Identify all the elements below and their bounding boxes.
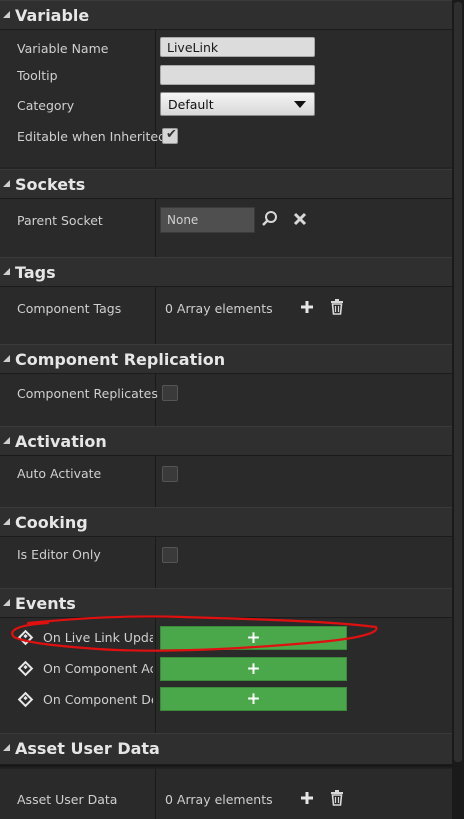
tags-section: Component Tags 0 Array elements xyxy=(0,287,452,344)
column-divider[interactable] xyxy=(155,456,156,507)
event-diamond-icon xyxy=(17,691,34,708)
tooltip-label: Tooltip xyxy=(17,68,58,83)
is-editor-only-checkbox[interactable] xyxy=(162,547,178,563)
expand-arrow-icon[interactable] xyxy=(3,180,10,187)
component-replicates-label: Component Replicates xyxy=(17,386,158,401)
event-label: On Component Acti xyxy=(43,661,153,676)
trash-icon[interactable] xyxy=(329,298,345,316)
details-panel: Variable Variable Name LiveLink Tooltip … xyxy=(0,0,452,819)
add-event-button[interactable]: + xyxy=(160,626,347,650)
component-tags-count: 0 Array elements xyxy=(165,301,273,316)
category-title: Asset User Data xyxy=(15,739,160,758)
expand-arrow-icon[interactable] xyxy=(3,599,10,606)
parent-socket-label: Parent Socket xyxy=(17,213,103,228)
category-tags[interactable]: Tags xyxy=(0,257,452,287)
event-diamond-icon xyxy=(17,629,34,646)
scrollbar-thumb[interactable] xyxy=(454,2,462,762)
close-icon[interactable] xyxy=(291,210,309,228)
add-event-button[interactable]: + xyxy=(160,687,347,711)
category-title: Events xyxy=(15,594,76,613)
category-cooking[interactable]: Cooking xyxy=(0,507,452,537)
category-title: Variable xyxy=(15,6,90,25)
auto-activate-checkbox[interactable] xyxy=(162,466,178,482)
category-activation[interactable]: Activation xyxy=(0,426,452,456)
parent-socket-field[interactable]: None xyxy=(160,207,255,233)
activation-section: Auto Activate xyxy=(0,456,452,507)
plus-icon: + xyxy=(246,659,261,679)
asset-user-data-count: 0 Array elements xyxy=(165,792,273,807)
event-diamond-icon xyxy=(17,660,34,677)
column-divider[interactable] xyxy=(155,199,156,257)
column-divider[interactable] xyxy=(155,618,156,733)
plus-icon[interactable] xyxy=(298,298,316,316)
column-divider[interactable] xyxy=(155,537,156,588)
vertical-scrollbar[interactable] xyxy=(452,0,464,819)
events-section: On Live Link Update + On Component Acti … xyxy=(0,618,452,733)
expand-arrow-icon[interactable] xyxy=(3,11,10,18)
category-events[interactable]: Events xyxy=(0,588,452,618)
category-asset-user-data[interactable]: Asset User Data xyxy=(0,733,452,765)
event-label: On Live Link Update xyxy=(43,630,153,645)
category-dropdown-value: Default xyxy=(168,97,214,112)
category-title: Sockets xyxy=(15,175,86,194)
category-title: Component Replication xyxy=(15,350,226,369)
editable-inherited-checkbox[interactable]: ✔ xyxy=(162,127,178,144)
category-replication[interactable]: Component Replication xyxy=(0,344,452,374)
column-divider[interactable] xyxy=(155,287,156,344)
variable-name-label: Variable Name xyxy=(17,41,109,56)
category-title: Activation xyxy=(15,432,107,451)
plus-icon: + xyxy=(246,628,261,648)
expand-arrow-icon[interactable] xyxy=(3,268,10,275)
category-sockets[interactable]: Sockets xyxy=(0,169,452,199)
expand-arrow-icon[interactable] xyxy=(3,437,10,444)
category-title: Tags xyxy=(15,263,56,282)
component-tags-label: Component Tags xyxy=(17,301,122,316)
category-dropdown[interactable]: Default xyxy=(160,92,315,116)
add-event-button[interactable]: + xyxy=(160,657,347,681)
event-label: On Component Dea xyxy=(43,692,153,707)
category-label: Category xyxy=(17,98,75,113)
is-editor-only-label: Is Editor Only xyxy=(17,547,101,562)
category-title: Cooking xyxy=(15,513,88,532)
expand-arrow-icon[interactable] xyxy=(3,744,10,751)
tooltip-field[interactable] xyxy=(160,65,315,85)
trash-icon[interactable] xyxy=(329,789,345,807)
column-divider[interactable] xyxy=(155,30,156,167)
auto-activate-label: Auto Activate xyxy=(17,466,102,481)
column-divider[interactable] xyxy=(155,769,156,819)
checkmark-icon: ✔ xyxy=(166,127,177,142)
search-icon[interactable] xyxy=(261,210,279,228)
variable-section: Variable Name LiveLink Tooltip Category … xyxy=(0,30,452,167)
replication-section: Component Replicates xyxy=(0,374,452,426)
cooking-section: Is Editor Only xyxy=(0,537,452,588)
plus-icon: + xyxy=(246,689,261,709)
category-variable[interactable]: Variable xyxy=(0,0,452,30)
expand-arrow-icon[interactable] xyxy=(3,518,10,525)
plus-icon[interactable] xyxy=(298,789,316,807)
asset-user-data-section: Asset User Data 0 Array elements xyxy=(0,769,452,819)
editable-inherited-label: Editable when Inherited xyxy=(17,129,167,144)
asset-user-data-label: Asset User Data xyxy=(17,792,118,807)
sockets-section: Parent Socket None xyxy=(0,199,452,257)
expand-arrow-icon[interactable] xyxy=(3,355,10,362)
variable-name-field[interactable]: LiveLink xyxy=(160,37,315,57)
component-replicates-checkbox[interactable] xyxy=(162,385,178,401)
chevron-down-icon xyxy=(294,101,306,108)
